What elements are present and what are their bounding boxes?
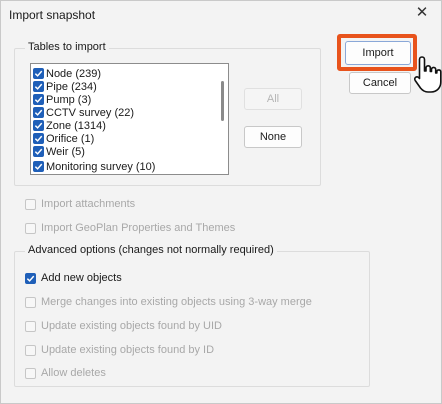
import-attachments-option[interactable]: Import attachments [25,198,135,210]
merge-changes-option[interactable]: Merge changes into existing objects usin… [25,296,312,308]
list-item-label: Weir (5) [46,145,85,158]
checkbox-checked-icon[interactable] [33,81,44,92]
checkbox-checked-icon[interactable] [33,94,44,105]
list-item[interactable]: CCTV survey (22) [33,106,134,119]
allow-deletes-option[interactable]: Allow deletes [25,367,106,379]
scrollbar-thumb[interactable] [221,81,224,121]
tables-listbox[interactable]: Node (239) Pipe (234) Pump (3) CCTV surv… [30,63,229,175]
update-by-id-label: Update existing objects found by ID [41,344,215,356]
checkbox-unchecked-icon[interactable] [25,296,36,308]
list-item-label: Node (239) [46,67,102,80]
select-none-button[interactable]: None [244,126,302,148]
list-item[interactable]: Node (239) [33,67,101,80]
import-attachments-label: Import attachments [41,198,136,210]
title-bar: Import snapshot ✕ [1,1,441,27]
checkbox-checked-icon[interactable] [33,68,44,79]
import-geoplan-option[interactable]: Import GeoPlan Properties and Themes [25,222,235,234]
checkbox-checked-icon[interactable] [25,272,36,284]
update-by-uid-label: Update existing objects found by UID [41,320,222,332]
checkbox-checked-icon[interactable] [33,146,44,157]
checkbox-checked-icon[interactable] [33,133,44,144]
close-icon[interactable]: ✕ [413,4,431,22]
tables-group-label: Tables to import [25,41,109,53]
list-item-label: Zone (1314) [46,119,106,132]
add-new-objects-option[interactable]: Add new objects [25,272,122,284]
checkbox-unchecked-icon[interactable] [25,320,36,332]
update-by-id-option[interactable]: Update existing objects found by ID [25,344,214,356]
list-item-label: Pump (3) [46,93,92,106]
checkbox-checked-icon[interactable] [33,107,44,118]
merge-changes-label: Merge changes into existing objects usin… [41,296,312,308]
list-item-label: Orifice (1) [46,132,95,145]
update-by-uid-option[interactable]: Update existing objects found by UID [25,320,222,332]
checkbox-unchecked-icon[interactable] [25,344,36,356]
checkbox-checked-icon[interactable] [33,120,44,131]
import-snapshot-dialog: Import snapshot ✕ Tables to import Node … [0,0,442,404]
advanced-group-label: Advanced options (changes not normally r… [25,244,277,256]
list-item[interactable]: Orifice (1) [33,132,94,145]
list-item[interactable]: Zone (1314) [33,119,106,132]
cancel-button[interactable]: Cancel [349,72,411,94]
list-item-label: Monitoring survey (10) [46,160,156,173]
select-all-button[interactable]: All [244,88,302,110]
list-item[interactable]: Weir (5) [33,145,85,158]
checkbox-unchecked-icon[interactable] [25,198,36,210]
list-item-label: CCTV survey (22) [46,106,135,119]
list-item[interactable]: Pump (3) [33,93,91,106]
list-item-label: Pipe (234) [46,80,97,93]
list-item[interactable]: Pipe (234) [33,80,97,93]
checkbox-unchecked-icon[interactable] [25,222,36,234]
hand-cursor-icon [413,56,442,93]
list-item[interactable]: Monitoring survey (10) [33,160,155,173]
dialog-title: Import snapshot [9,8,96,22]
checkbox-unchecked-icon[interactable] [25,367,36,379]
listbox-scrollbar[interactable] [219,65,227,173]
import-highlight-box [337,34,417,71]
add-new-objects-label: Add new objects [41,272,122,284]
checkbox-checked-icon[interactable] [33,161,44,172]
allow-deletes-label: Allow deletes [41,367,106,379]
import-geoplan-label: Import GeoPlan Properties and Themes [41,222,236,234]
